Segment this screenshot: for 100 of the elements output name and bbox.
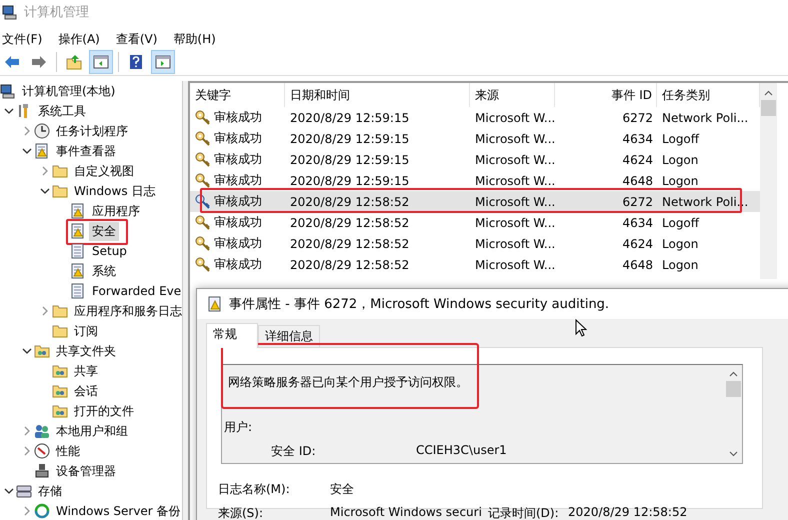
key-icon bbox=[195, 172, 211, 188]
table-cell-text: Network Poli... bbox=[661, 110, 750, 126]
computer-icon bbox=[2, 4, 18, 20]
column-header[interactable]: 来源 bbox=[470, 83, 555, 107]
tree-item[interactable]: 共享 bbox=[71, 362, 101, 380]
tree-item[interactable]: 存储 bbox=[35, 482, 65, 500]
table-cell-text: Logon bbox=[661, 152, 700, 168]
table-cell-text: 4634 bbox=[621, 130, 654, 148]
field-label: 用户: bbox=[224, 419, 252, 436]
computer-icon bbox=[0, 83, 16, 99]
folder-up-icon bbox=[66, 54, 82, 70]
collapse-caret-icon[interactable] bbox=[22, 446, 32, 456]
table-cell-text: 4648 bbox=[621, 172, 654, 190]
tree-item[interactable]: 安全 bbox=[89, 222, 119, 240]
share-folder-icon bbox=[34, 343, 50, 359]
field-label: 日志名称(M): bbox=[218, 481, 291, 498]
help-icon bbox=[128, 54, 144, 70]
expand-caret-icon[interactable] bbox=[40, 186, 50, 196]
tree-item[interactable]: 会话 bbox=[71, 382, 101, 400]
scroll-up-icon[interactable] bbox=[729, 370, 738, 379]
table-cell-text: 2020/8/29 12:58:52 bbox=[289, 256, 410, 274]
collapse-caret-icon[interactable] bbox=[22, 126, 32, 136]
toolbar-button[interactable] bbox=[89, 50, 113, 74]
table-cell-text: 2020/8/29 12:59:15 bbox=[289, 110, 410, 126]
tree-item[interactable]: 应用程序和服务日志 bbox=[71, 302, 182, 320]
table-cell[interactable]: 审核成功 bbox=[214, 151, 262, 168]
tree-item[interactable]: 系统 bbox=[89, 262, 119, 280]
menu-item[interactable]: 操作(A) bbox=[56, 30, 108, 48]
table-cell[interactable]: 审核成功 bbox=[214, 214, 262, 231]
table-cell-text: 4634 bbox=[621, 214, 654, 232]
tree-item[interactable]: Forwarded Eve bbox=[89, 283, 182, 299]
scrollbar-thumb[interactable] bbox=[761, 100, 776, 116]
table-cell[interactable]: 审核成功 bbox=[214, 130, 262, 147]
collapse-caret-icon[interactable] bbox=[22, 506, 32, 516]
scrollbar-thumb[interactable] bbox=[726, 381, 741, 397]
pane-toggle-icon bbox=[155, 54, 171, 70]
tree-item[interactable]: 系统工具 bbox=[35, 102, 89, 120]
column-header[interactable]: 事件 ID bbox=[555, 83, 657, 107]
table-cell-text: 2020/8/29 12:59:15 bbox=[289, 172, 410, 190]
table-cell-text: Logon bbox=[661, 236, 700, 252]
log-icon bbox=[70, 203, 86, 219]
tree-item[interactable]: 打开的文件 bbox=[71, 402, 137, 420]
field-label: 记录时间(D): bbox=[488, 505, 560, 520]
key-icon bbox=[195, 256, 211, 272]
tree-item[interactable]: 共享文件夹 bbox=[53, 342, 119, 360]
menu-item[interactable]: 文件(F) bbox=[0, 30, 50, 48]
table-cell[interactable]: 审核成功 bbox=[214, 172, 262, 189]
table-cell-text: Microsoft W... bbox=[474, 152, 555, 168]
tree-item[interactable]: 事件查看器 bbox=[53, 142, 119, 160]
device-icon bbox=[34, 463, 50, 479]
tree-item[interactable]: Windows Server 备份 bbox=[53, 502, 182, 520]
folder-icon bbox=[52, 183, 68, 199]
expand-caret-icon[interactable] bbox=[4, 486, 14, 496]
collapse-caret-icon[interactable] bbox=[40, 306, 50, 316]
table-cell[interactable]: 审核成功 bbox=[214, 256, 262, 273]
table-cell[interactable]: 审核成功 bbox=[214, 235, 262, 252]
tree-item[interactable]: Windows 日志 bbox=[71, 182, 158, 200]
log-icon bbox=[34, 143, 50, 159]
expand-caret-icon[interactable] bbox=[22, 346, 32, 356]
menu-item[interactable]: 帮助(H) bbox=[171, 30, 224, 48]
key-icon bbox=[195, 130, 211, 146]
expand-caret-icon[interactable] bbox=[22, 146, 32, 156]
scroll-up-icon[interactable] bbox=[764, 89, 773, 98]
log-icon bbox=[70, 263, 86, 279]
menu-item[interactable]: 查看(V) bbox=[114, 30, 166, 48]
column-header[interactable]: 日期和时间 bbox=[285, 83, 470, 107]
page-icon bbox=[70, 243, 86, 259]
tree-item[interactable]: 设备管理器 bbox=[53, 462, 119, 480]
tree-item[interactable]: 订阅 bbox=[71, 322, 101, 340]
storage-icon bbox=[16, 483, 32, 499]
folder-icon bbox=[52, 303, 68, 319]
field-value: CCIEH3C\user1 bbox=[416, 443, 507, 459]
tree-item[interactable]: Setup bbox=[89, 243, 130, 259]
tree-item[interactable]: 应用程序 bbox=[89, 202, 143, 220]
description-text: 网络策略服务器已向某个用户授予访问权限。 bbox=[228, 374, 468, 391]
pane-toggle-icon bbox=[93, 54, 109, 70]
tree-item[interactable]: 本地用户和组 bbox=[53, 422, 131, 440]
tree-item[interactable]: 性能 bbox=[53, 442, 83, 460]
collapse-caret-icon[interactable] bbox=[22, 426, 32, 436]
tree-item[interactable]: 计算机管理(本地) bbox=[19, 82, 118, 100]
table-cell[interactable]: 审核成功 bbox=[214, 109, 262, 126]
tree-item[interactable]: 自定义视图 bbox=[71, 162, 137, 180]
folder-icon bbox=[52, 323, 68, 339]
expand-caret-icon[interactable] bbox=[4, 106, 14, 116]
toolbar-button[interactable] bbox=[151, 50, 175, 74]
tab[interactable]: 详细信息 bbox=[258, 325, 320, 347]
field-label: 安全 ID: bbox=[271, 443, 317, 460]
table-cell-text: Microsoft W... bbox=[474, 214, 555, 232]
table-cell-text: 2020/8/29 12:58:52 bbox=[289, 236, 410, 252]
table-cell-text: 4624 bbox=[621, 236, 654, 252]
table-cell-text: 4648 bbox=[621, 256, 654, 274]
table-cell-text: Logoff bbox=[661, 214, 700, 232]
column-header[interactable]: 关键字 bbox=[190, 83, 285, 107]
key-icon bbox=[195, 236, 211, 252]
scroll-down-icon[interactable] bbox=[729, 449, 738, 458]
field-value: 安全 bbox=[330, 481, 355, 498]
collapse-caret-icon[interactable] bbox=[40, 166, 50, 176]
key-icon bbox=[195, 194, 211, 210]
tab[interactable]: 常规 bbox=[206, 323, 258, 348]
tree-item[interactable]: 任务计划程序 bbox=[53, 122, 131, 140]
